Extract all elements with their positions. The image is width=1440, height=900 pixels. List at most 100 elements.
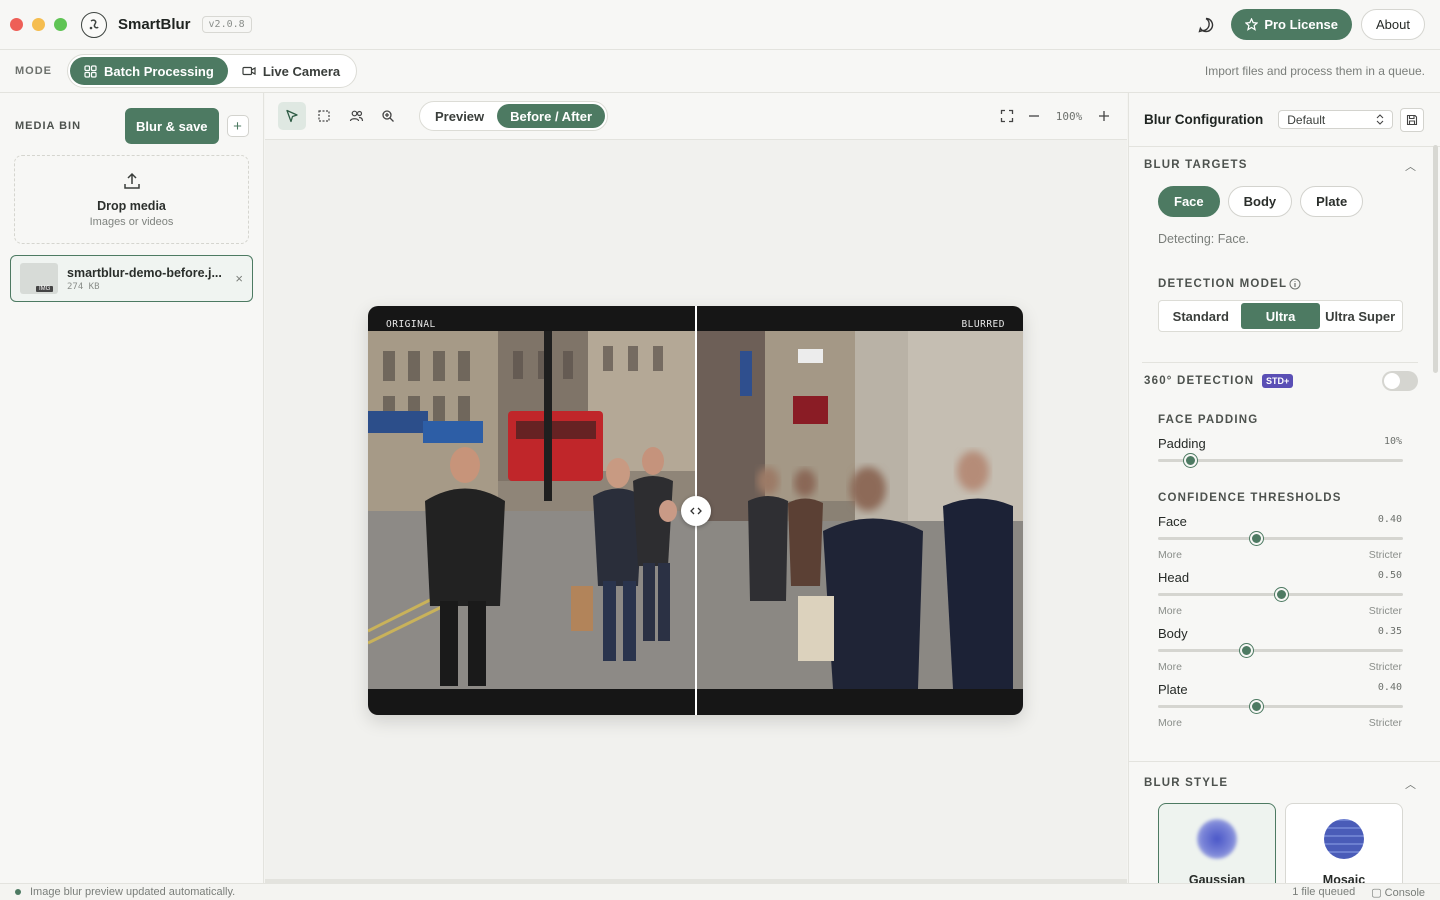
- config-header: Blur Configuration Default: [1129, 93, 1440, 147]
- body-scale-high: Stricter: [1368, 661, 1402, 673]
- blur-save-button[interactable]: Blur & save: [125, 108, 219, 144]
- head-threshold-value: 0.50: [1377, 570, 1402, 581]
- fit-screen-icon[interactable]: [1000, 109, 1014, 123]
- about-button[interactable]: About: [1361, 9, 1425, 40]
- upload-icon: [123, 172, 140, 189]
- plate-threshold-label: Plate: [1158, 682, 1188, 697]
- face-threshold-slider[interactable]: [1158, 532, 1403, 545]
- padding-slider[interactable]: [1158, 454, 1403, 467]
- marquee-icon: [318, 110, 330, 122]
- plate-threshold-slider[interactable]: [1158, 700, 1403, 713]
- original-label: ORIGINAL: [386, 319, 436, 330]
- console-button[interactable]: ▢ Console: [1371, 886, 1425, 899]
- close-window-button[interactable]: [10, 18, 23, 31]
- body-threshold-value: 0.35: [1377, 626, 1402, 637]
- version-badge: v2.0.8: [201, 16, 252, 33]
- preset-select[interactable]: Default: [1278, 110, 1394, 129]
- remove-file-icon[interactable]: ×: [235, 271, 243, 286]
- head-threshold-slider[interactable]: [1158, 588, 1403, 601]
- plate-scale-high: Stricter: [1368, 717, 1402, 729]
- std-plus-badge: STD+: [1262, 374, 1294, 388]
- zoom-out-icon[interactable]: [1028, 110, 1040, 122]
- style-mosaic-label: Mosaic: [1322, 873, 1366, 883]
- minimize-window-button[interactable]: [32, 18, 45, 31]
- body-scale-low: More: [1158, 661, 1182, 673]
- status-indicator: [15, 889, 21, 895]
- blur-configuration-panel: Blur Configuration Default BLUR TARGETS …: [1128, 93, 1440, 883]
- chat-icon[interactable]: [1197, 16, 1215, 34]
- face-threshold-label: Face: [1158, 514, 1187, 529]
- media-bin-sidebar: MEDIA BIN Blur & save + Drop media Image…: [0, 93, 264, 883]
- info-icon[interactable]: [1289, 278, 1301, 290]
- tab-live-camera[interactable]: Live Camera: [228, 57, 354, 85]
- status-message: Image blur preview updated automatically…: [30, 886, 236, 898]
- mode-label: MODE: [15, 65, 52, 77]
- padding-value: 10%: [1383, 436, 1402, 447]
- collapse-targets-icon[interactable]: ︿: [1405, 158, 1416, 174]
- head-threshold-label: Head: [1158, 570, 1190, 585]
- zoom-in-icon[interactable]: [1098, 110, 1110, 122]
- view-toggle: Preview Before / After: [419, 101, 609, 131]
- console-label: Console: [1384, 886, 1425, 899]
- mode-hint: Import files and process them in a queue…: [1204, 64, 1425, 78]
- plate-threshold-knob[interactable]: [1250, 700, 1263, 713]
- compare-handle[interactable]: [681, 496, 711, 526]
- media-file-item[interactable]: IMG smartblur-demo-before.j... 274 KB ×: [10, 255, 253, 302]
- drop-zone-title: Drop media: [97, 199, 166, 213]
- mosaic-preview-icon: [1324, 819, 1364, 859]
- zoom-window-button[interactable]: [54, 18, 67, 31]
- tab-batch-processing-label: Batch Processing: [104, 63, 214, 79]
- blur-target-pills: Face Body Plate: [1158, 186, 1364, 217]
- model-standard-option[interactable]: Standard: [1161, 303, 1241, 329]
- config-scrollbar[interactable]: [1433, 145, 1438, 373]
- face-threshold-knob[interactable]: [1250, 532, 1263, 545]
- drop-zone[interactable]: Drop media Images or videos: [14, 155, 249, 244]
- zoom-tool[interactable]: [374, 102, 402, 130]
- select-tool[interactable]: [278, 102, 306, 130]
- face-padding-title: FACE PADDING: [1158, 414, 1259, 426]
- pro-license-button[interactable]: Pro License: [1231, 9, 1353, 40]
- grid-icon: [84, 64, 97, 78]
- save-icon: [1407, 114, 1418, 125]
- confidence-thresholds-title: CONFIDENCE THRESHOLDS: [1158, 492, 1342, 504]
- model-ultra-option[interactable]: Ultra: [1240, 303, 1321, 329]
- body-threshold-knob[interactable]: [1240, 644, 1254, 657]
- blur-targets-title: BLUR TARGETS: [1144, 159, 1248, 171]
- status-bar: Image blur preview updated automatically…: [0, 883, 1440, 900]
- head-threshold-knob[interactable]: [1274, 588, 1288, 601]
- people-tool[interactable]: [342, 102, 370, 130]
- add-media-button[interactable]: +: [226, 115, 249, 137]
- collapse-style-icon[interactable]: ︿: [1405, 776, 1416, 792]
- tab-batch-processing[interactable]: Batch Processing: [70, 57, 228, 85]
- tab-preview[interactable]: Preview: [422, 104, 497, 128]
- plate-scale-low: More: [1158, 717, 1182, 729]
- style-gaussian-card[interactable]: Gaussian: [1158, 803, 1276, 883]
- zoom-level: 100%: [1055, 109, 1083, 123]
- divider: [1142, 362, 1418, 363]
- magnify-icon: [382, 110, 394, 122]
- plate-threshold-value: 0.40: [1377, 682, 1402, 693]
- blur-style-title: BLUR STYLE: [1144, 777, 1229, 789]
- model-ultra-super-option[interactable]: Ultra Super: [1320, 303, 1400, 329]
- save-preset-button[interactable]: [1400, 107, 1425, 132]
- pointer-icon: [286, 109, 298, 123]
- media-bin-header: MEDIA BIN Blur & save +: [0, 93, 263, 159]
- viewer-toolbar: Preview Before / After 100%: [265, 93, 1127, 140]
- app-logo-icon: [81, 11, 107, 38]
- zoom-controls: 100%: [1000, 109, 1110, 123]
- detection-360-toggle[interactable]: [1382, 371, 1418, 391]
- tab-before-after[interactable]: Before / After: [497, 104, 606, 128]
- face-threshold-value: 0.40: [1377, 514, 1402, 525]
- padding-slider-knob[interactable]: [1183, 454, 1197, 467]
- detection-360-title: 360° DETECTION: [1144, 375, 1255, 387]
- before-after-frame[interactable]: ORIGINAL BLURRED: [368, 306, 1023, 715]
- divider: [1129, 761, 1440, 762]
- target-body-button[interactable]: Body: [1227, 186, 1293, 217]
- marquee-tool[interactable]: [310, 102, 338, 130]
- people-icon: [349, 110, 363, 122]
- target-plate-button[interactable]: Plate: [1300, 186, 1364, 217]
- target-face-button[interactable]: Face: [1158, 186, 1220, 217]
- head-scale-low: More: [1158, 605, 1182, 617]
- body-threshold-slider[interactable]: [1158, 644, 1403, 657]
- style-mosaic-card[interactable]: Mosaic: [1285, 803, 1403, 883]
